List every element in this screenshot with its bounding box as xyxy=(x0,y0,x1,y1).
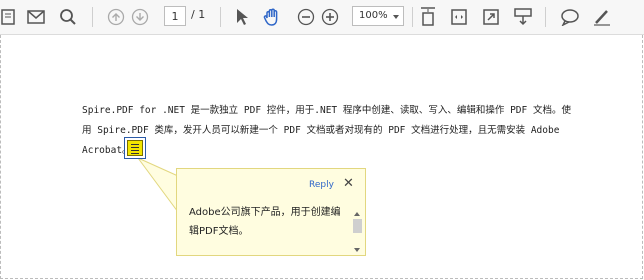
document-text: Spire.PDF for .NET 是一款独立 PDF 控件，用于.NET 程… xyxy=(82,101,571,161)
close-icon[interactable]: ✕ xyxy=(343,177,354,190)
note-scrollbar[interactable] xyxy=(353,212,362,252)
reply-link[interactable]: Reply xyxy=(309,180,334,190)
document-line: Spire.PDF for .NET 是一款独立 PDF 控件，用于.NET 程… xyxy=(82,105,571,116)
note-comment-line: 辑PDF文档。 xyxy=(189,226,249,237)
document-line: 用 Spire.PDF 类库，发开人员可以新建一个 PDF 文档或者对现有的 P… xyxy=(82,125,560,136)
scroll-thumb[interactable] xyxy=(353,219,362,233)
note-popup: Reply ✕ Adobe公司旗下产品，用于创建编 辑PDF文档。 xyxy=(176,168,366,256)
scroll-up-icon[interactable] xyxy=(354,212,360,216)
sticky-note-icon[interactable] xyxy=(124,137,146,159)
document-line: Acrobat。 xyxy=(82,145,132,156)
scroll-down-icon[interactable] xyxy=(354,248,360,252)
note-comment-line: Adobe公司旗下产品，用于创建编 xyxy=(189,207,341,218)
note-comment[interactable]: Adobe公司旗下产品，用于创建编 辑PDF文档。 xyxy=(189,203,349,241)
